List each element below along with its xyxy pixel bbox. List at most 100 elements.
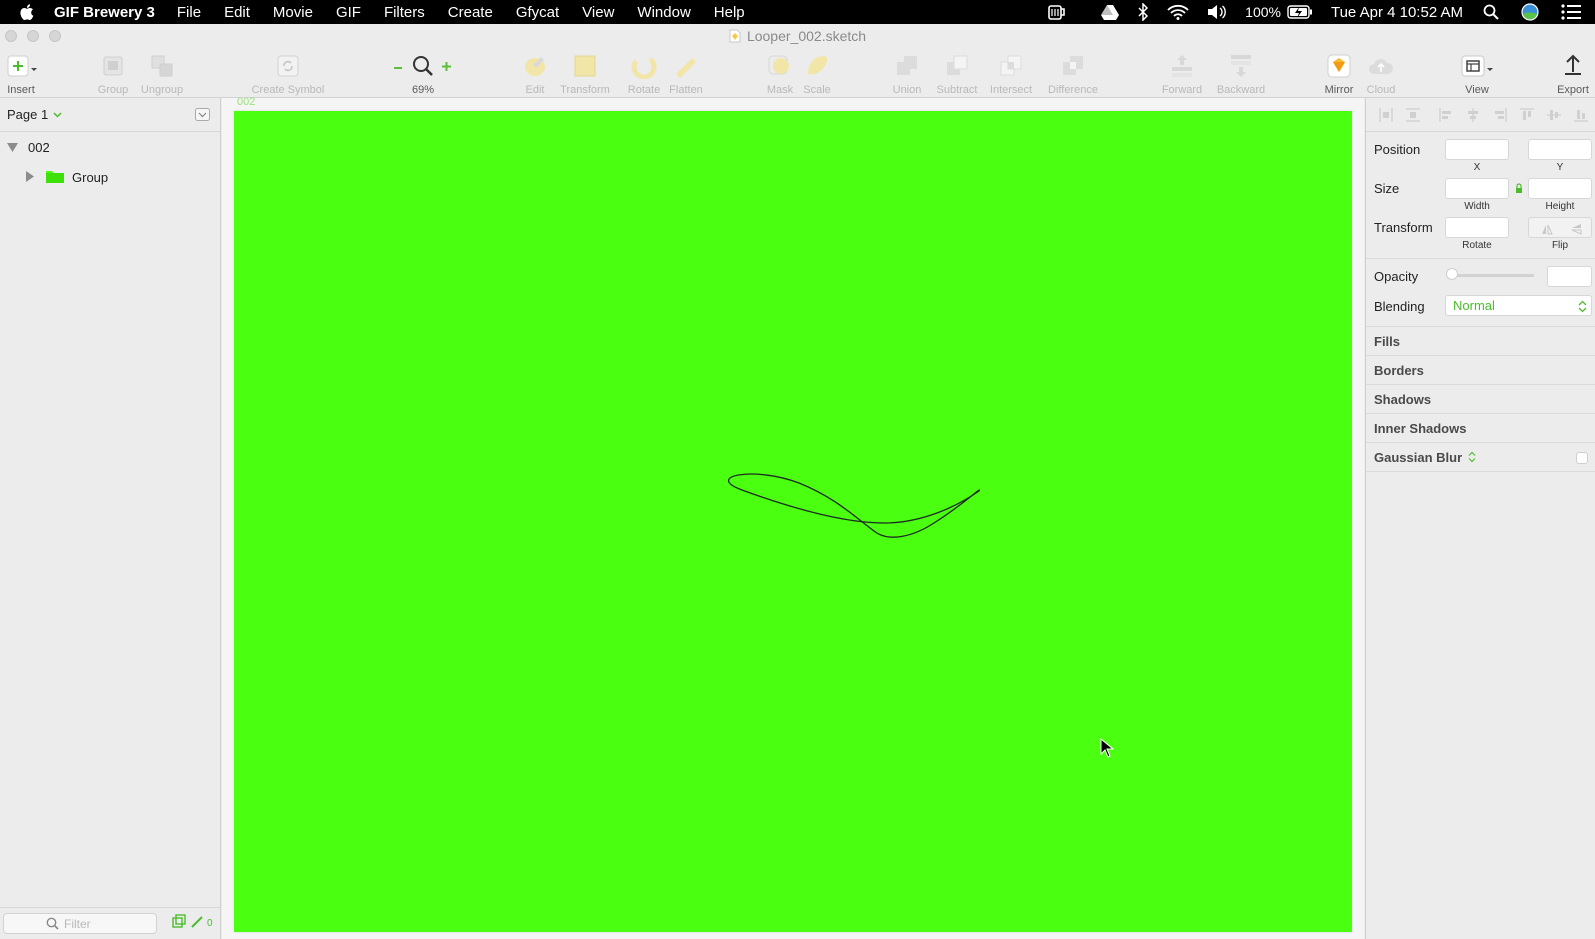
shadows-section[interactable]: Shadows [1366, 384, 1595, 413]
ungroup-label: Ungroup [140, 84, 184, 96]
width-input[interactable] [1445, 178, 1509, 199]
blending-select[interactable]: Normal [1445, 295, 1592, 316]
cloud-label: Cloud [1366, 84, 1396, 96]
position-y-input[interactable] [1528, 139, 1592, 160]
scale-button[interactable]: Scale [800, 52, 834, 96]
spotlight-icon[interactable] [1483, 4, 1499, 20]
rotate-button[interactable]: Rotate [624, 52, 664, 96]
align-middle-icon[interactable] [1541, 108, 1568, 122]
align-center-icon[interactable] [1459, 107, 1486, 122]
disclosure-open-icon[interactable] [7, 140, 18, 155]
zoom-control[interactable]: 69% [403, 52, 443, 96]
artboard-title[interactable]: 002 [237, 96, 255, 108]
blending-label: Blending [1374, 299, 1425, 314]
user-globe-icon[interactable] [1521, 3, 1539, 21]
subtract-button[interactable]: Subtract [933, 52, 981, 96]
collapse-panel-icon[interactable] [195, 108, 210, 124]
menu-edit[interactable]: Edit [224, 4, 250, 21]
flip-vertical-icon[interactable] [1571, 222, 1582, 240]
app-menu[interactable]: GIF Brewery 3 [54, 4, 155, 21]
flatten-button[interactable]: Flatten [664, 52, 708, 96]
rotate-label: Rotate [627, 84, 661, 96]
export-button[interactable]: Export [1555, 52, 1591, 96]
transform-button[interactable]: Transform [553, 52, 617, 96]
menu-view[interactable]: View [582, 4, 614, 21]
opacity-slider[interactable] [1450, 274, 1534, 277]
volume-icon[interactable] [1207, 4, 1227, 20]
flip-control[interactable] [1528, 217, 1592, 238]
menu-gif[interactable]: GIF [336, 4, 361, 21]
edit-button[interactable]: Edit [520, 52, 550, 96]
difference-button[interactable]: Difference [1043, 52, 1103, 96]
menu-filters[interactable]: Filters [384, 4, 425, 21]
align-left-icon[interactable] [1432, 107, 1459, 122]
align-bottom-icon[interactable] [1568, 108, 1595, 122]
zoom-out-icon[interactable] [393, 60, 403, 78]
menu-help[interactable]: Help [714, 4, 745, 21]
transform-icon [572, 52, 598, 80]
disclosure-closed-icon[interactable] [26, 170, 34, 185]
flip-horizontal-icon[interactable] [1541, 222, 1553, 240]
menu-file[interactable]: File [177, 4, 201, 21]
union-button[interactable]: Union [890, 52, 924, 96]
battery-percent[interactable]: 100% [1245, 4, 1281, 20]
create-symbol-button[interactable]: Create Symbol [248, 52, 328, 96]
cloud-button[interactable]: Cloud [1364, 52, 1398, 96]
forward-button[interactable]: Forward [1160, 52, 1204, 96]
distribute-horizontal-icon[interactable] [1372, 107, 1399, 122]
updown-chevron-icon [1578, 299, 1587, 318]
group-button[interactable]: Group [96, 52, 130, 96]
backward-button[interactable]: Backward [1214, 52, 1268, 96]
position-x-input[interactable] [1445, 139, 1509, 160]
apple-icon[interactable] [18, 3, 34, 21]
filter-placeholder: Filter [64, 916, 91, 931]
opacity-input[interactable] [1547, 266, 1592, 287]
updown-chevron-icon[interactable] [1468, 451, 1476, 466]
gaussian-blur-section[interactable]: Gaussian Blur [1366, 442, 1595, 471]
distribute-vertical-icon[interactable] [1399, 108, 1426, 122]
artboard[interactable] [234, 111, 1352, 932]
filter-input[interactable]: Filter [3, 913, 157, 934]
page-name: Page 1 [7, 107, 49, 122]
gif-brewery-status-icon[interactable] [1047, 3, 1067, 21]
layers-panel: Page 1 002 Group Filter 0 [0, 98, 221, 939]
mirror-icon [1326, 52, 1352, 80]
google-drive-icon[interactable] [1101, 4, 1120, 20]
lock-icon[interactable] [1515, 181, 1523, 199]
fills-section[interactable]: Fills [1366, 326, 1595, 355]
layer-artboard[interactable]: 002 [0, 132, 220, 162]
intersect-label: Intersect [989, 84, 1033, 96]
menu-gfycat[interactable]: Gfycat [516, 4, 559, 21]
ungroup-button[interactable]: Ungroup [140, 52, 184, 96]
bluetooth-icon[interactable] [1137, 3, 1149, 21]
slices-filter-icon[interactable] [191, 915, 204, 933]
clock[interactable]: Tue Apr 4 10:52 AM [1331, 4, 1463, 21]
gaussian-blur-checkbox[interactable] [1576, 452, 1588, 464]
drawn-path[interactable] [234, 111, 1352, 932]
battery-icon[interactable] [1287, 5, 1313, 19]
view-button[interactable]: View [1457, 52, 1497, 96]
borders-section[interactable]: Borders [1366, 355, 1595, 384]
mirror-button[interactable]: Mirror [1319, 52, 1359, 96]
mask-button[interactable]: Mask [763, 52, 797, 96]
opacity-slider-knob[interactable] [1446, 268, 1458, 280]
notification-center-icon[interactable] [1561, 4, 1581, 20]
page-selector[interactable]: Page 1 [0, 98, 220, 132]
rotate-icon [630, 52, 658, 80]
layer-group[interactable]: Group [0, 162, 220, 192]
height-input[interactable] [1528, 178, 1592, 199]
wifi-icon[interactable] [1167, 4, 1189, 20]
menu-window[interactable]: Window [637, 4, 690, 21]
menu-movie[interactable]: Movie [273, 4, 313, 21]
align-top-icon[interactable] [1514, 108, 1541, 122]
align-right-icon[interactable] [1487, 107, 1514, 122]
inner-shadows-section[interactable]: Inner Shadows [1366, 413, 1595, 442]
view-icon [1460, 52, 1494, 80]
intersect-button[interactable]: Intersect [986, 52, 1036, 96]
menu-create[interactable]: Create [448, 4, 493, 21]
symbols-filter-icon[interactable] [172, 914, 186, 933]
backward-icon [1228, 52, 1254, 80]
zoom-in-icon[interactable] [441, 59, 452, 77]
insert-button[interactable]: Insert [4, 52, 38, 96]
rotate-input[interactable] [1445, 217, 1509, 238]
